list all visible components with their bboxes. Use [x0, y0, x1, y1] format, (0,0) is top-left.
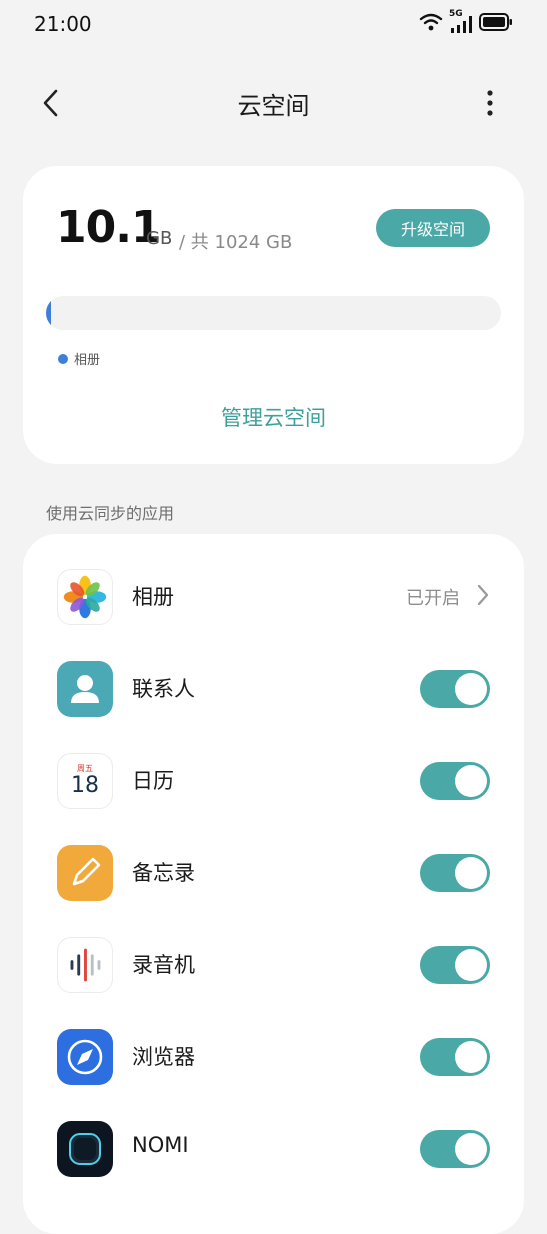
sync-toggle-recorder[interactable] — [420, 946, 490, 984]
app-row-notes: 备忘录 — [23, 827, 524, 919]
storage-used-unit: GB — [146, 228, 173, 249]
browser-icon — [57, 1029, 113, 1085]
app-row-nomi: NOMI — [23, 1103, 524, 1195]
storage-progress-bar — [46, 296, 501, 330]
app-row-recorder: 录音机 — [23, 919, 524, 1011]
app-name: 日历 — [132, 769, 174, 793]
upgrade-storage-button[interactable]: 升级空间 — [376, 209, 490, 247]
storage-total-text: / 共 1024 GB — [179, 232, 293, 253]
app-name: 联系人 — [132, 677, 195, 701]
toggle-knob — [455, 765, 487, 797]
nomi-icon — [57, 1121, 113, 1177]
toggle-knob — [455, 949, 487, 981]
toggle-knob — [455, 1133, 487, 1165]
sync-toggle-nomi[interactable] — [420, 1130, 490, 1168]
app-name: 相册 — [132, 585, 174, 609]
chevron-right-icon — [477, 584, 489, 606]
storage-legend: 相册 — [58, 349, 100, 368]
app-sync-status: 已开启 — [406, 588, 460, 609]
app-row-browser: 浏览器 — [23, 1011, 524, 1103]
status-time: 21:00 — [34, 12, 92, 36]
status-bar: 21:00 5G — [0, 0, 547, 50]
notes-icon — [57, 845, 113, 901]
battery-icon — [479, 13, 513, 35]
storage-progress-fill — [46, 296, 52, 330]
app-name: 录音机 — [132, 953, 195, 977]
toggle-knob — [455, 673, 487, 705]
app-row-photos[interactable]: 相册 已开启 — [23, 551, 524, 643]
wifi-icon — [419, 12, 443, 36]
storage-used-value: 10.1 — [56, 202, 162, 253]
section-label: 使用云同步的应用 — [46, 504, 175, 523]
sync-toggle-notes[interactable] — [420, 854, 490, 892]
sync-toggle-calendar[interactable] — [420, 762, 490, 800]
contacts-icon — [57, 661, 113, 717]
legend-dot — [58, 353, 68, 364]
status-icons: 5G — [419, 9, 513, 36]
signal-icon: 5G — [449, 9, 473, 35]
manage-cloud-storage-link[interactable]: 管理云空间 — [23, 402, 524, 432]
sync-toggle-browser[interactable] — [420, 1038, 490, 1076]
recorder-icon — [57, 937, 113, 993]
storage-card: 10.1 GB / 共 1024 GB 升级空间 相册 管理云空间 — [23, 166, 524, 464]
legend-label: 相册 — [74, 353, 101, 368]
calendar-icon: 周五 18 — [57, 753, 113, 809]
nav-bar: 云空间 — [0, 70, 547, 136]
more-vertical-icon — [487, 90, 493, 116]
app-name: 浏览器 — [132, 1045, 195, 1069]
sync-toggle-contacts[interactable] — [420, 670, 490, 708]
sync-apps-card: 相册 已开启 联系人 周五 18 日历 备忘录 录音机 浏览器 NOMI — [23, 534, 524, 1234]
app-row-contacts: 联系人 — [23, 643, 524, 735]
app-row-calendar: 周五 18 日历 — [23, 735, 524, 827]
calendar-day: 18 — [71, 773, 99, 798]
toggle-knob — [455, 857, 487, 889]
photos-icon — [57, 569, 113, 625]
toggle-knob — [455, 1041, 487, 1073]
app-name: NOMI — [132, 1133, 189, 1157]
more-options-button[interactable] — [469, 82, 511, 124]
app-name: 备忘录 — [132, 861, 195, 885]
page-title: 云空间 — [237, 92, 310, 120]
